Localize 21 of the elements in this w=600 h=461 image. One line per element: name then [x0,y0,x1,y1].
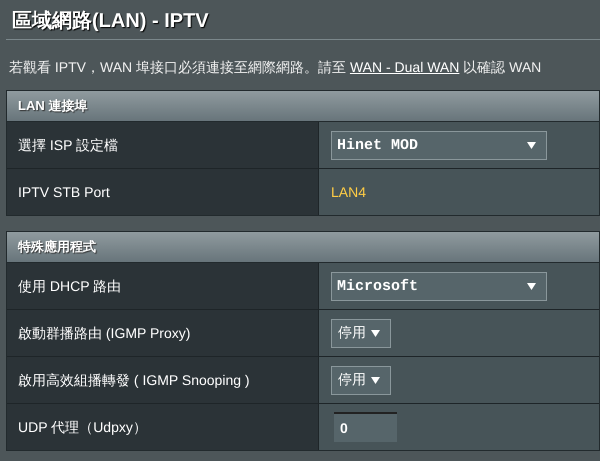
caret-icon [371,330,380,336]
dual-wan-link[interactable]: WAN - Dual WAN [350,59,460,75]
section-header: LAN 連接埠 [7,91,599,122]
dropdown[interactable]: 停用 [331,318,391,348]
info-text: 若觀看 IPTV，WAN 埠接口必須連接至網際網路。請至 WAN - Dual WAN 以確認 WAN [8,58,542,77]
setting-label: UDP 代理（Udpxy） [7,404,319,450]
input-field[interactable]: 0 [334,412,397,442]
setting-label: IPTV STB Port [7,169,319,215]
dropdown[interactable]: Hinet MOD [331,130,547,160]
caret-icon [371,376,380,384]
setting-label: 啟用高效組播轉發 ( IGMP Snooping ) [7,357,319,403]
dropdown[interactable]: 停用 [331,366,391,394]
caret-icon [527,282,536,290]
setting-label: 選擇 ISP 設定檔 [7,122,319,168]
caret-icon [527,142,536,148]
setting-label: 使用 DHCP 路由 [7,263,319,309]
page-title: 區域網路(LAN) - IPTV [11,9,210,34]
setting-label: 啟動群播路由 (IGMP Proxy) [7,310,319,356]
port-value: LAN4 [331,184,366,200]
dropdown[interactable]: Microsoft [331,272,547,300]
section-header: 特殊應用程式 [7,232,599,263]
